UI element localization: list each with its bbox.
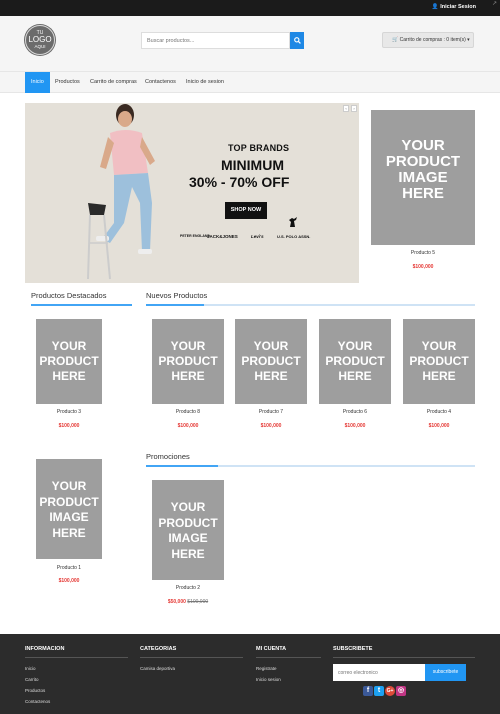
placeholder-text: YOUR PRODUCT IMAGE HERE: [385, 137, 461, 202]
banner-subheadline: MINIMUM: [221, 157, 284, 173]
footer-categories-title: CATEGORIAS: [140, 646, 177, 652]
shop-now-button[interactable]: SHOP NOW: [225, 202, 267, 219]
cart-dropdown-button[interactable]: 🛒 Carrito de compras : 0 item(s) ▾: [382, 32, 474, 48]
footer-link-registrate[interactable]: Registrate: [256, 666, 277, 671]
new-section-title: Nuevos Productos: [146, 291, 208, 300]
product-price: $50,000 $100,000: [152, 599, 224, 605]
brand-logo: PETER ENGLAND: [180, 234, 210, 238]
product-name[interactable]: Producto 8: [152, 409, 224, 415]
footer-divider: [25, 657, 128, 658]
placeholder-text: YOUR PRODUCT HERE: [39, 339, 99, 383]
banner-model-image: [87, 104, 155, 280]
footer-account-title: MI CUENTA: [256, 646, 287, 652]
cart-label: Carrito de compras : 0 item(s): [399, 37, 466, 43]
brand-logo: Levi's: [251, 234, 264, 239]
search-icon: [293, 37, 301, 44]
footer-link-inicio-sesion[interactable]: Inicio sesion: [256, 677, 281, 682]
product-price: $100,000: [428, 423, 450, 429]
featured-section-divider: [31, 304, 132, 306]
placeholder-text: YOUR PRODUCT HERE: [325, 339, 385, 383]
footer-link-inicio[interactable]: Inicio: [25, 666, 36, 671]
product-image-placeholder[interactable]: YOUR PRODUCT IMAGE HERE: [371, 110, 475, 245]
corner-icon: ↗: [492, 1, 498, 7]
product-image-placeholder[interactable]: YOUR PRODUCT HERE: [235, 319, 307, 404]
product-name[interactable]: Producto 1: [36, 565, 102, 571]
header: TU LOGO AQUI 🛒 Carrito de compras : 0 it…: [0, 16, 500, 71]
instagram-icon[interactable]: ◎: [396, 686, 406, 696]
logo[interactable]: TU LOGO AQUI: [25, 25, 55, 55]
search-input[interactable]: [141, 32, 290, 49]
footer-divider: [333, 657, 475, 658]
product-name[interactable]: Producto 6: [319, 409, 391, 415]
logo-line-3: AQUI: [34, 44, 46, 49]
new-section-divider: [146, 304, 475, 306]
product-image-placeholder[interactable]: YOUR PRODUCT IMAGE HERE: [36, 459, 102, 559]
footer-link-contactenos[interactable]: Contactenos: [25, 699, 50, 704]
top-bar: 👤 Iniciar Sesion ↗: [0, 0, 500, 16]
nav-contactenos[interactable]: Contactenos: [145, 72, 176, 93]
product-price: $100,000: [58, 423, 80, 429]
footer-link-category[interactable]: Camisa deportiva: [140, 666, 175, 671]
promo-banner[interactable]: ‹ › TOP BRANDS MINIMUM 30% - 70% OFF SHO…: [25, 103, 359, 283]
login-link[interactable]: 👤 Iniciar Sesion: [432, 4, 476, 10]
banner-discount: 30% - 70% OFF: [189, 174, 290, 190]
footer-subscribe-title: SUBSCRIBETE: [333, 646, 373, 652]
promo-section-title: Promociones: [146, 452, 190, 461]
product-image-placeholder[interactable]: YOUR PRODUCT HERE: [319, 319, 391, 404]
brand-logo: U.S. POLO ASSN.: [277, 234, 311, 239]
product-name[interactable]: Producto 7: [235, 409, 307, 415]
placeholder-text: YOUR PRODUCT HERE: [158, 339, 218, 383]
product-price: $100,000: [177, 423, 199, 429]
nav-inicio-sesion[interactable]: Inicio de sesion: [186, 72, 224, 93]
nav-carrito[interactable]: Carrito de compras: [90, 72, 137, 93]
product-price: $100,000: [344, 423, 366, 429]
product-image-placeholder[interactable]: YOUR PRODUCT HERE: [403, 319, 475, 404]
subscribe-email-input[interactable]: [333, 664, 425, 681]
product-image-placeholder[interactable]: YOUR PRODUCT IMAGE HERE: [152, 480, 224, 580]
product-price: $100,000: [58, 578, 80, 584]
placeholder-text: YOUR PRODUCT IMAGE HERE: [39, 479, 99, 540]
banner-next-button[interactable]: ›: [351, 105, 357, 112]
twitter-icon[interactable]: t: [374, 686, 384, 696]
nav-inicio[interactable]: Inicio: [25, 72, 50, 93]
brand-logo: JACK&JONES: [207, 234, 238, 239]
footer-link-productos[interactable]: Productos: [25, 688, 45, 693]
sale-price: $50,000: [167, 599, 186, 605]
cart-icon: 🛒: [392, 37, 399, 43]
product-price: $100,000: [412, 264, 434, 270]
nav-productos[interactable]: Productos: [55, 72, 80, 93]
product-image-placeholder[interactable]: YOUR PRODUCT HERE: [152, 319, 224, 404]
placeholder-text: YOUR PRODUCT IMAGE HERE: [158, 500, 218, 561]
promo-section-divider: [146, 465, 475, 467]
search-button[interactable]: [290, 32, 304, 49]
main-nav: Inicio Productos Carrito de compras Cont…: [0, 71, 500, 93]
featured-section-title: Productos Destacados: [31, 291, 107, 300]
product-name[interactable]: Producto 3: [36, 409, 102, 415]
product-image-placeholder[interactable]: YOUR PRODUCT HERE: [36, 319, 102, 404]
polo-horse-icon: [289, 217, 297, 227]
banner-prev-button[interactable]: ‹: [343, 105, 349, 112]
footer-divider: [140, 657, 243, 658]
footer: INFORMACION Inicio Carrito Productos Con…: [0, 634, 500, 714]
placeholder-text: YOUR PRODUCT HERE: [409, 339, 469, 383]
banner-headline: TOP BRANDS: [228, 143, 290, 153]
footer-link-carrito[interactable]: Carrito: [25, 677, 39, 682]
caret-down-icon: ▾: [467, 37, 470, 43]
placeholder-text: YOUR PRODUCT HERE: [241, 339, 301, 383]
subscribe-button[interactable]: subscribete: [425, 664, 466, 681]
product-name[interactable]: Producto 5: [371, 250, 475, 256]
original-price: $100,000: [187, 599, 209, 605]
google-plus-icon[interactable]: G+: [385, 686, 395, 696]
product-name[interactable]: Producto 2: [152, 585, 224, 591]
product-price: $100,000: [260, 423, 282, 429]
footer-divider: [256, 657, 321, 658]
product-name[interactable]: Producto 4: [403, 409, 475, 415]
login-label: Iniciar Sesion: [440, 4, 476, 10]
facebook-icon[interactable]: f: [363, 686, 373, 696]
logo-line-2: LOGO: [28, 35, 52, 44]
footer-info-title: INFORMACION: [25, 646, 65, 652]
